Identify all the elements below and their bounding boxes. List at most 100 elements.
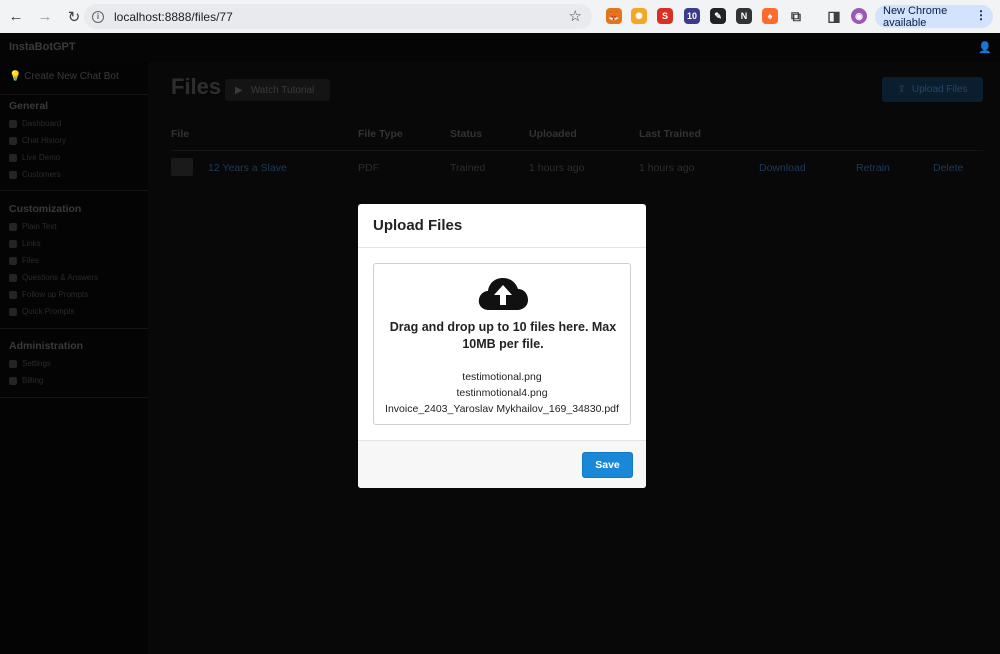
sidebar-item-label: Quick Prompts	[22, 307, 75, 316]
page-title: Files	[171, 74, 222, 99]
sidebar: 💡 Create New Chat Bot General Dashboard …	[0, 62, 148, 654]
bookmark-star-icon[interactable]: ☆	[569, 7, 582, 25]
sidebar-item-label: Plain Text	[22, 222, 57, 231]
sidebar-item-label: Live Demo	[22, 153, 61, 162]
question-icon	[9, 153, 17, 162]
sidebar-item-label: Questions & Answers	[22, 273, 99, 282]
sidebar-item-plain-text[interactable]: Plain Text	[9, 222, 57, 231]
sidebar-item-label: Chat History	[22, 136, 67, 145]
extension-red-icon[interactable]: S	[657, 8, 673, 24]
sidebar-item-files[interactable]: Files	[9, 256, 39, 265]
back-icon[interactable]: ←	[3, 4, 29, 30]
gear-icon	[9, 359, 17, 368]
sidebar-item-chat-history[interactable]: Chat History	[9, 136, 66, 145]
create-bot-button[interactable]: 💡 Create New Chat Bot	[9, 71, 119, 82]
upload-files-button[interactable]: ⇪ Upload Files	[882, 77, 983, 102]
delete-link[interactable]: Delete	[933, 162, 963, 174]
sidebar-divider	[0, 190, 148, 191]
section-title-customization: Customization	[9, 203, 82, 215]
sidebar-item-label: Billing	[22, 376, 44, 385]
bolt-icon	[9, 307, 17, 316]
column-header-last-trained: Last Trained	[639, 128, 701, 140]
sidebar-item-label: Customers	[22, 170, 61, 179]
modal-header-divider	[358, 247, 646, 248]
sidebar-divider	[0, 94, 148, 95]
download-link[interactable]: Download	[759, 162, 806, 174]
app-topbar: InstaBotGPT 👤	[0, 33, 1000, 62]
retrain-link[interactable]: Retrain	[856, 162, 890, 174]
bulb-icon: 💡	[9, 71, 22, 82]
users-icon	[9, 170, 17, 179]
file-icon	[9, 222, 17, 231]
cloud-upload-icon	[478, 278, 528, 310]
column-header-status: Status	[450, 128, 483, 140]
extension-badge-count: 10	[686, 11, 697, 21]
extension-sun-icon[interactable]: ✺	[631, 8, 647, 24]
table-divider	[171, 150, 983, 151]
qa-icon	[9, 273, 17, 282]
extension-orange-icon[interactable]: ♠	[762, 8, 778, 24]
extensions-puzzle-icon[interactable]: ⧉	[788, 8, 804, 24]
sidebar-item-quick-prompts[interactable]: Quick Prompts	[9, 307, 74, 316]
file-name-link[interactable]: 12 Years a Slave	[208, 162, 287, 174]
sidebar-divider	[0, 397, 148, 398]
brand-logo[interactable]: InstaBotGPT	[9, 41, 76, 53]
chat-icon	[9, 136, 17, 145]
side-panel-icon[interactable]: ◨	[826, 8, 842, 24]
column-header-file-type: File Type	[358, 128, 403, 140]
sidebar-divider	[0, 328, 148, 329]
status-cell: Trained	[450, 162, 486, 174]
create-bot-label: Create New Chat Bot	[24, 71, 119, 82]
section-title-administration: Administration	[9, 340, 84, 352]
extension-badge-icon[interactable]: 10	[684, 8, 700, 24]
sidebar-item-label: Follow up Prompts	[22, 290, 89, 299]
link-icon	[9, 239, 17, 248]
sidebar-item-customers[interactable]: Customers	[9, 170, 61, 179]
refresh-icon	[9, 290, 17, 299]
chrome-menu-icon[interactable]: ⋮	[975, 8, 987, 22]
modal-footer: Save	[358, 440, 646, 488]
column-header-uploaded: Uploaded	[529, 128, 577, 140]
sidebar-item-dashboard[interactable]: Dashboard	[9, 119, 61, 128]
sidebar-item-label: Settings	[22, 359, 51, 368]
sidebar-item-links[interactable]: Links	[9, 239, 41, 248]
user-icon[interactable]: 👤	[978, 41, 992, 54]
sidebar-item-follow-up[interactable]: Follow up Prompts	[9, 290, 88, 299]
file-thumbnail	[171, 158, 193, 176]
file-dropzone[interactable]: Drag and drop up to 10 files here. Max 1…	[373, 263, 631, 425]
sidebar-item-billing[interactable]: Billing	[9, 376, 43, 385]
upload-files-label: Upload Files	[911, 84, 968, 95]
address-bar[interactable]: i localhost:8888/files/77 ☆	[84, 4, 592, 29]
modal-title: Upload Files	[373, 217, 463, 234]
site-info-icon[interactable]: i	[92, 10, 104, 23]
chrome-update-button[interactable]: New Chrome available ⋮	[875, 5, 993, 29]
card-icon	[9, 376, 17, 385]
last-trained-cell: 1 hours ago	[639, 162, 695, 174]
sidebar-item-label: Files	[22, 256, 39, 265]
url-text[interactable]: localhost:8888/files/77	[114, 10, 233, 24]
sidebar-item-live-demo[interactable]: Live Demo	[9, 153, 60, 162]
profile-avatar[interactable]: ◉	[851, 8, 867, 24]
eyedropper-icon[interactable]: ✎	[710, 8, 726, 24]
file-type-cell: PDF	[358, 162, 379, 174]
uploaded-cell: 1 hours ago	[529, 162, 585, 174]
forward-icon[interactable]: →	[32, 4, 58, 30]
watch-tutorial-button[interactable]: ▶ Watch Tutorial	[225, 79, 330, 101]
selected-file-item: testimotional.png	[462, 371, 542, 383]
upload-files-modal: Upload Files Drag and drop up to 10 file…	[358, 204, 646, 488]
sidebar-item-label: Links	[22, 239, 41, 248]
selected-file-item: Invoice_2403_Yaroslav Mykhailov_169_3483…	[385, 403, 619, 415]
save-button[interactable]: Save	[582, 452, 633, 478]
section-title-general: General	[9, 100, 49, 112]
sidebar-item-settings[interactable]: Settings	[9, 359, 51, 368]
files-icon	[9, 256, 17, 265]
selected-file-item: testinmotional4.png	[456, 387, 548, 399]
watch-tutorial-label: Watch Tutorial	[250, 84, 315, 96]
metamask-icon[interactable]: 🦊	[606, 8, 622, 24]
sidebar-item-label: Dashboard	[22, 119, 62, 128]
sidebar-item-qa[interactable]: Questions & Answers	[9, 273, 98, 282]
browser-toolbar: ← → ↻ i localhost:8888/files/77 ☆ 🦊 ✺ S …	[0, 0, 1000, 33]
column-header-file: File	[171, 128, 190, 140]
dropzone-instructions: Drag and drop up to 10 files here. Max 1…	[389, 320, 617, 351]
notion-icon[interactable]: N	[736, 8, 752, 24]
